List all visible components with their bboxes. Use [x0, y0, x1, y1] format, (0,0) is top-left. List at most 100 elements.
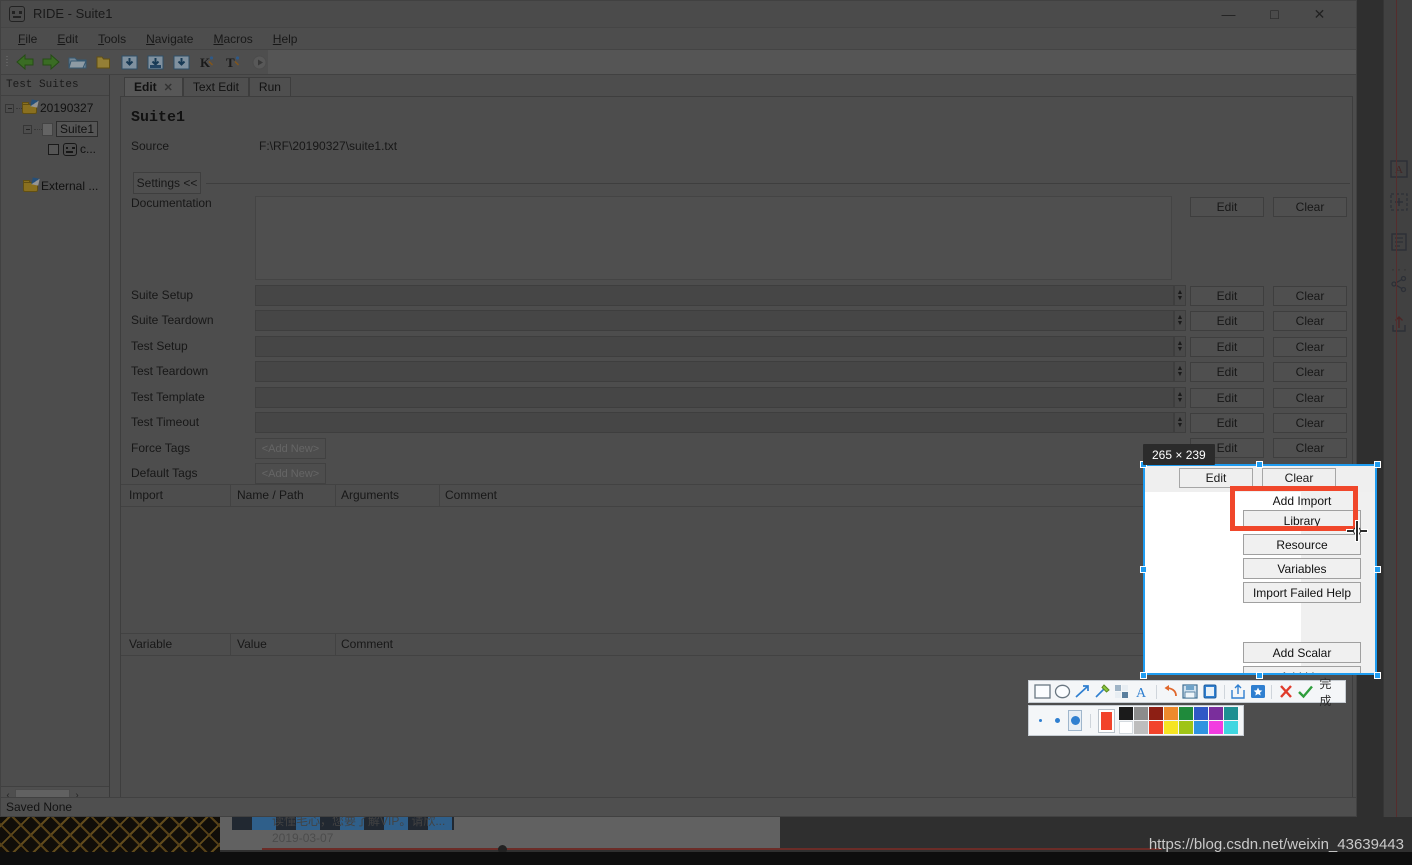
swatch-skyblue[interactable] — [1194, 721, 1208, 734]
menu-macros[interactable]: Macros — [203, 30, 262, 48]
swatch-white[interactable] — [1119, 721, 1133, 734]
swatch-cyan[interactable] — [1224, 721, 1238, 734]
documentation-clear-button[interactable]: Clear — [1273, 197, 1347, 217]
test-timeout-edit-button[interactable]: Edit — [1190, 413, 1264, 433]
maximize-button[interactable]: □ — [1252, 1, 1297, 27]
swatch-gray[interactable] — [1134, 707, 1148, 720]
keyword-icon[interactable]: K — [194, 51, 220, 73]
current-color-swatch[interactable] — [1097, 708, 1116, 733]
done-button[interactable]: 完成 — [1319, 675, 1341, 709]
text-tool-icon[interactable]: A — [1133, 682, 1152, 701]
save-icon[interactable] — [1181, 682, 1200, 701]
tree-node-testcase[interactable]: c... — [48, 142, 96, 156]
tab-edit[interactable]: Edit ✕ — [124, 77, 183, 96]
swatch-black[interactable] — [1119, 707, 1133, 720]
brush-size-small[interactable] — [1034, 711, 1046, 730]
swatch-darkred[interactable] — [1149, 707, 1163, 720]
selection-handle-ml[interactable] — [1140, 566, 1147, 573]
suite-setup-spinner[interactable]: ▲ ▼ — [1174, 285, 1186, 306]
documentation-textarea[interactable] — [255, 196, 1172, 280]
upload-icon[interactable] — [1390, 315, 1408, 333]
tab-run[interactable]: Run — [248, 77, 291, 96]
test-teardown-field[interactable] — [255, 361, 1174, 382]
color-palette[interactable] — [1119, 707, 1238, 734]
save-icon[interactable] — [116, 51, 142, 73]
test-template-edit-button[interactable]: Edit — [1190, 388, 1264, 408]
expander-icon[interactable] — [23, 124, 32, 134]
open-folder-icon[interactable] — [64, 51, 90, 73]
suite-teardown-edit-button[interactable]: Edit — [1190, 311, 1264, 331]
selection-handle-tr[interactable] — [1374, 461, 1381, 468]
test-setup-clear-button[interactable]: Clear — [1273, 337, 1347, 357]
toolbar-grip[interactable] — [3, 52, 12, 72]
selection-handle-bl[interactable] — [1140, 672, 1147, 679]
test-teardown-spinner[interactable]: ▲ ▼ — [1174, 361, 1186, 382]
swatch-yellow[interactable] — [1164, 721, 1178, 734]
text-annotate-icon[interactable]: A — [1390, 160, 1408, 178]
ellipse-tool-icon[interactable] — [1053, 682, 1072, 701]
share-icon[interactable] — [1390, 275, 1408, 293]
close-icon[interactable]: ✕ — [164, 81, 173, 94]
documentation-edit-button[interactable]: Edit — [1190, 197, 1264, 217]
suite-setup-clear-button[interactable]: Clear — [1273, 286, 1347, 306]
test-teardown-clear-button[interactable]: Clear — [1273, 362, 1347, 382]
suite-teardown-field[interactable] — [255, 310, 1174, 331]
variables-button[interactable]: Variables — [1243, 558, 1361, 579]
forward-arrow-icon[interactable] — [38, 51, 64, 73]
menu-edit[interactable]: Edit — [47, 30, 88, 48]
test-timeout-clear-button[interactable]: Clear — [1273, 413, 1347, 433]
more-options-icon[interactable]: ··· — [1391, 262, 1409, 276]
test-timeout-field[interactable] — [255, 412, 1174, 433]
undo-icon[interactable] — [1161, 682, 1180, 701]
test-setup-edit-button[interactable]: Edit — [1190, 337, 1264, 357]
force-tags-add-new[interactable]: <Add New> — [255, 438, 326, 459]
test-template-field[interactable] — [255, 387, 1174, 408]
swatch-lightgreen[interactable] — [1179, 721, 1193, 734]
swatch-green[interactable] — [1179, 707, 1193, 720]
save-as-icon[interactable] — [168, 51, 194, 73]
favorite-icon[interactable] — [1249, 682, 1268, 701]
brush-size-medium[interactable] — [1051, 711, 1063, 730]
selection-handle-br[interactable] — [1374, 672, 1381, 679]
swatch-red[interactable] — [1149, 721, 1163, 734]
menu-tools[interactable]: Tools — [88, 30, 136, 48]
selection-handle-tm[interactable] — [1256, 461, 1263, 468]
menu-help[interactable]: Help — [263, 30, 308, 48]
tab-text-edit[interactable]: Text Edit — [182, 77, 249, 96]
swatch-lightgray[interactable] — [1134, 721, 1148, 734]
resource-button[interactable]: Resource — [1243, 534, 1361, 555]
selection-handle-mr[interactable] — [1374, 566, 1381, 573]
menu-navigate[interactable]: Navigate — [136, 30, 203, 48]
settings-toggle-button[interactable]: Settings << — [133, 172, 201, 194]
selection-clear-button[interactable]: Clear — [1262, 468, 1336, 488]
selection-edit-button[interactable]: Edit — [1179, 468, 1253, 488]
back-arrow-icon[interactable] — [12, 51, 38, 73]
swatch-magenta[interactable] — [1209, 721, 1223, 734]
swatch-blue[interactable] — [1194, 707, 1208, 720]
list-icon[interactable] — [1390, 233, 1408, 251]
suite-setup-edit-button[interactable]: Edit — [1190, 286, 1264, 306]
selection-handle-bm[interactable] — [1256, 672, 1263, 679]
swatch-purple[interactable] — [1209, 707, 1223, 720]
add-icon[interactable] — [1390, 193, 1408, 211]
test-template-spinner[interactable]: ▲ ▼ — [1174, 387, 1186, 408]
test-template-clear-button[interactable]: Clear — [1273, 388, 1347, 408]
menu-file[interactable]: File — [8, 30, 47, 48]
force-tags-clear-button[interactable]: Clear — [1273, 438, 1347, 458]
test-teardown-edit-button[interactable]: Edit — [1190, 362, 1264, 382]
suite-setup-field[interactable] — [255, 285, 1174, 306]
rectangle-tool-icon[interactable] — [1033, 682, 1052, 701]
swatch-orange[interactable] — [1164, 707, 1178, 720]
brush-size-large[interactable] — [1068, 710, 1082, 731]
test-setup-field[interactable] — [255, 336, 1174, 357]
testcase-checkbox[interactable] — [48, 143, 59, 155]
cancel-icon[interactable] — [1276, 682, 1295, 701]
tree-node-external[interactable]: External ... — [23, 177, 98, 193]
tree-node-suite1[interactable]: Suite1 — [23, 121, 99, 137]
expander-icon[interactable] — [5, 103, 14, 113]
swatch-teal[interactable] — [1224, 707, 1238, 720]
test-setup-spinner[interactable]: ▲ ▼ — [1174, 336, 1186, 357]
tree-node-project[interactable]: 20190327 — [5, 99, 93, 115]
minimize-button[interactable]: — — [1206, 1, 1251, 27]
add-scalar-button[interactable]: Add Scalar — [1243, 642, 1361, 663]
